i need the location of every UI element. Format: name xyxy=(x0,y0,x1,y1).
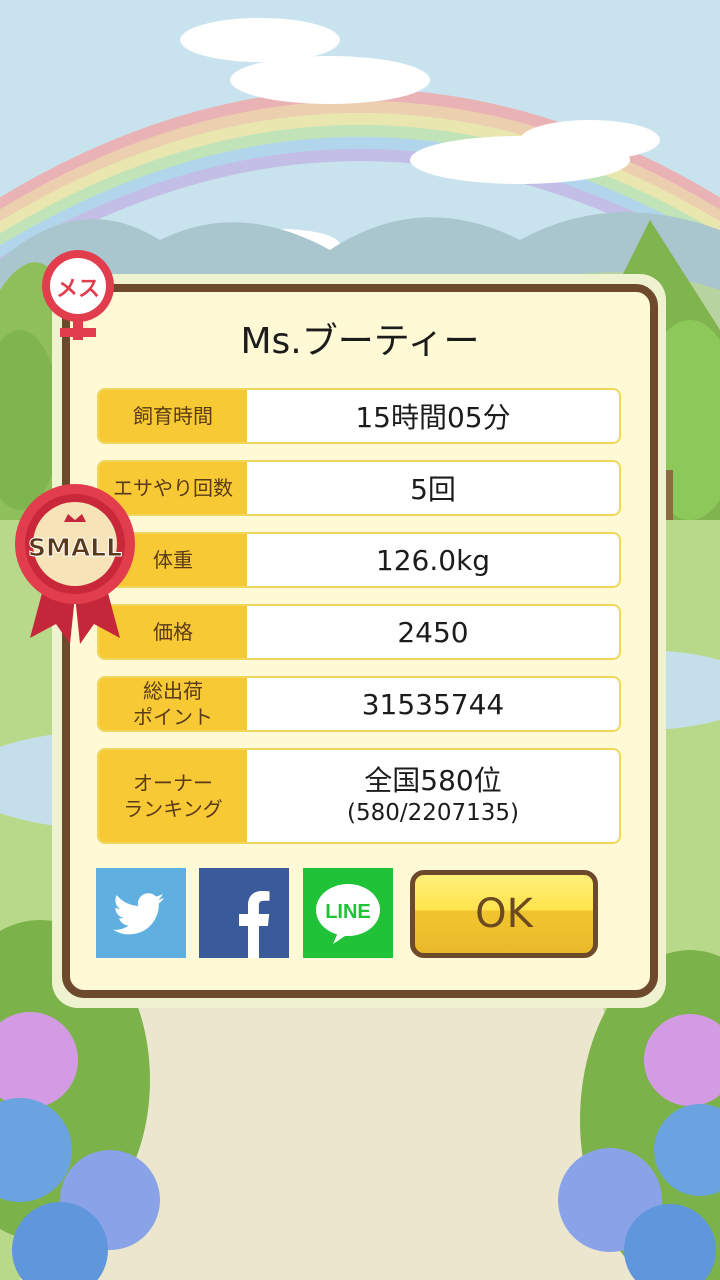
size-rank-ribbon: SMALL xyxy=(15,484,135,644)
stat-value: 5回 xyxy=(410,473,456,506)
ranking-value: 全国580位 xyxy=(364,764,502,797)
line-label: LINE xyxy=(325,901,371,923)
size-label: SMALL xyxy=(28,533,122,562)
stat-value: 31535744 xyxy=(361,687,505,721)
line-share-button[interactable]: LINE xyxy=(303,868,393,958)
female-badge: メス xyxy=(42,250,114,340)
stat-value: 126.0kg xyxy=(375,543,491,577)
stat-label-line1: オーナー xyxy=(133,771,213,795)
facebook-f-icon xyxy=(239,891,270,958)
stat-label: オーナー ランキング xyxy=(99,750,247,842)
stat-row-owner-ranking: オーナー ランキング 全国580位 (580/2207135) xyxy=(97,748,621,844)
twitter-bird-icon xyxy=(113,893,164,935)
stat-label: 総出荷 ポイント xyxy=(99,678,247,730)
line-icon: LINE xyxy=(316,884,380,944)
stat-label-line2: ポイント xyxy=(133,705,213,729)
facebook-share-button[interactable] xyxy=(199,868,289,958)
twitter-share-button[interactable] xyxy=(96,868,186,958)
ok-button[interactable]: OK xyxy=(410,870,598,958)
stat-label-line2: ランキング xyxy=(123,797,223,821)
stat-value: 2450 xyxy=(397,615,469,649)
stat-row-breeding-time: 飼育時間 15時間05分 xyxy=(97,388,621,444)
stat-row-price: 価格 2450 xyxy=(97,604,621,660)
stat-value: 15時間05分 xyxy=(355,401,511,434)
stat-label-line1: 総出荷 xyxy=(143,679,203,703)
pet-name-title: Ms.ブーティー xyxy=(240,321,480,362)
stat-row-shipping-points: 総出荷 ポイント 31535744 xyxy=(97,676,621,732)
stat-row-weight: 体重 126.0kg xyxy=(97,532,621,588)
stat-label: 飼育時間 xyxy=(99,390,247,442)
stat-row-feed-count: エサやり回数 5回 xyxy=(97,460,621,516)
ranking-detail: (580/2207135) xyxy=(346,800,520,826)
gender-label: メス xyxy=(56,277,100,302)
stat-value: 全国580位 (580/2207135) xyxy=(247,750,619,842)
